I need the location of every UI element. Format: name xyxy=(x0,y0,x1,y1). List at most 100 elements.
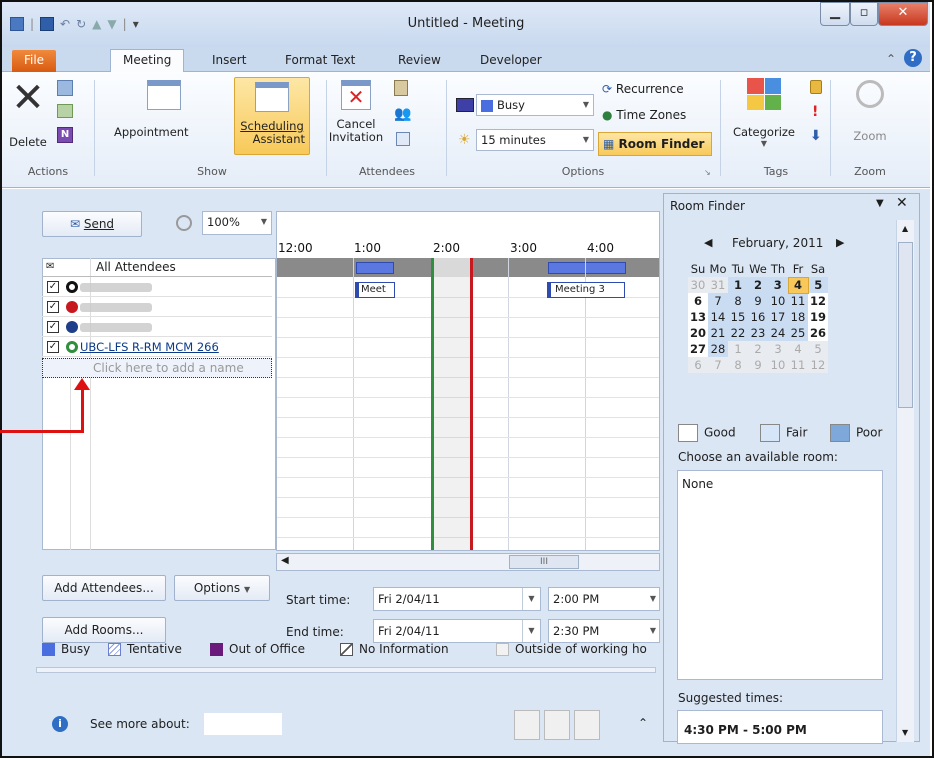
zoom-button[interactable]: Zoom xyxy=(840,78,900,156)
show-as-dropdown[interactable]: Busy ▼ xyxy=(476,94,594,116)
close-button[interactable]: ✕ xyxy=(878,2,928,26)
send-button[interactable]: ✉ Send xyxy=(42,211,142,237)
cancel-invitation-icon: ✕ xyxy=(341,80,371,110)
recurrence-button[interactable]: ⟳ Recurrence xyxy=(602,82,684,96)
private-lock-icon[interactable] xyxy=(810,80,822,94)
add-attendees-button[interactable]: Add Attendees... xyxy=(42,575,166,601)
room-list[interactable]: None xyxy=(677,470,883,680)
globe-icon: ● xyxy=(602,108,613,122)
scroll-left-icon[interactable]: ◀ xyxy=(281,555,289,566)
optional-attendee-icon xyxy=(66,321,78,333)
scrollbar-thumb[interactable]: III xyxy=(509,555,579,569)
show-as-color-icon xyxy=(456,98,474,112)
pane-close-icon[interactable]: ✕ xyxy=(896,195,908,211)
add-rooms-button[interactable]: Add Rooms... xyxy=(42,617,166,643)
respond-icon[interactable] xyxy=(57,80,73,96)
resource-room-icon xyxy=(66,341,78,353)
attendee-checkbox[interactable]: ✓ xyxy=(47,341,59,353)
busy-color-icon xyxy=(481,99,493,112)
room-finder-button[interactable]: ▦ Room Finder xyxy=(598,132,712,156)
time-zones-button[interactable]: ● Time Zones xyxy=(602,108,686,122)
tab-insert[interactable]: Insert xyxy=(212,53,246,67)
window-title: Untitled - Meeting xyxy=(407,16,525,31)
room-attendee-name[interactable]: UBC-LFS R-RM MCM 266 xyxy=(80,338,219,356)
end-time-field[interactable]: 2:30 PM ▼ xyxy=(548,619,660,643)
chevron-down-icon: ▼ xyxy=(582,135,589,144)
scheduling-icon xyxy=(255,82,289,112)
group-show-label: Show xyxy=(197,165,227,178)
address-book-icon[interactable] xyxy=(394,80,408,96)
expand-people-pane-icon[interactable]: ⌃ xyxy=(638,716,648,730)
pane-menu-icon[interactable]: ▼ xyxy=(876,198,884,209)
prev-month-icon[interactable]: ◀ xyxy=(704,236,712,249)
start-date-field[interactable]: Fri 2/04/11 ▼ xyxy=(373,587,541,611)
cancel-invitation-button[interactable]: ✕ Cancel Invitation xyxy=(328,78,384,156)
check-names-icon[interactable]: 👥 xyxy=(394,106,411,122)
time-label: 12:00 xyxy=(278,241,313,255)
add-name-input[interactable]: Click here to add a name xyxy=(42,358,272,378)
info-icon: i xyxy=(52,716,68,732)
legend-good: Good xyxy=(678,424,736,442)
attendee-row[interactable]: ✓ xyxy=(42,318,272,337)
forward-icon[interactable] xyxy=(57,104,73,118)
categorize-icon xyxy=(747,78,781,110)
end-time-label: End time: xyxy=(286,625,344,639)
tab-review[interactable]: Review xyxy=(398,53,441,67)
pane-scrollbar[interactable]: ▲ ▼ xyxy=(896,220,914,742)
annotation-arrow-vertical xyxy=(81,386,84,433)
calendar-week: 13 14 15 16 17 18 19 xyxy=(688,309,828,325)
scroll-down-icon[interactable]: ▼ xyxy=(902,728,908,737)
chevron-down-icon: ▼ xyxy=(260,217,267,226)
start-time-field[interactable]: 2:00 PM ▼ xyxy=(548,587,660,611)
recurrence-icon: ⟳ xyxy=(602,82,613,96)
room-list-item[interactable]: None xyxy=(678,471,882,497)
group-actions-label: Actions xyxy=(27,165,69,178)
timeline-scrollbar[interactable]: ◀ III xyxy=(276,553,660,571)
appointment-button[interactable]: Appointment xyxy=(114,78,214,148)
room-finder-icon: ▦ xyxy=(603,137,615,151)
tab-format-text[interactable]: Format Text xyxy=(285,53,355,67)
low-importance-icon[interactable]: ⬇ xyxy=(810,128,822,144)
attendee-row[interactable]: ✓ xyxy=(42,298,272,317)
attendee-checkbox[interactable]: ✓ xyxy=(47,321,59,333)
scrollbar-thumb[interactable] xyxy=(898,242,913,408)
attendee-checkbox[interactable]: ✓ xyxy=(47,281,59,293)
reminder-dropdown[interactable]: 15 minutes ▼ xyxy=(476,129,594,151)
tab-file[interactable]: File xyxy=(12,50,56,72)
attendee-row[interactable]: ✓ xyxy=(42,278,272,297)
annotation-arrow-horizontal xyxy=(0,430,84,433)
legend-fair: Fair xyxy=(760,424,807,442)
ribbon: ✕ Delete N Actions Appointment Schedulin… xyxy=(2,72,930,188)
attendee-checkbox[interactable]: ✓ xyxy=(47,301,59,313)
delete-button[interactable]: ✕ Delete xyxy=(8,78,48,149)
chevron-down-icon: ▼ xyxy=(649,594,657,603)
end-date-field[interactable]: Fri 2/04/11 ▼ xyxy=(373,619,541,643)
suggested-time-item[interactable]: 4:30 PM - 5:00 PM xyxy=(678,711,882,743)
room-finder-title: Room Finder xyxy=(670,199,745,213)
options-button[interactable]: Options ▼ xyxy=(174,575,270,601)
chevron-down-icon: ▼ xyxy=(649,626,657,635)
categorize-button[interactable]: Categorize ▼ xyxy=(730,76,798,156)
onenote-icon[interactable]: N xyxy=(57,127,73,143)
zoom-level-dropdown[interactable]: 100% ▼ xyxy=(202,211,272,235)
weekday-row: Su Mo Tu We Th Fr Sa xyxy=(690,261,826,276)
minimize-ribbon-icon[interactable]: ⌃ xyxy=(886,52,896,66)
tab-developer[interactable]: Developer xyxy=(480,53,542,67)
high-importance-icon[interactable]: ! xyxy=(812,104,818,120)
help-icon[interactable]: ? xyxy=(904,49,922,67)
maximize-button[interactable]: ▫ xyxy=(850,2,878,26)
suggested-times-list[interactable]: 4:30 PM - 5:00 PM xyxy=(677,710,883,744)
person-photo-icon xyxy=(574,710,600,740)
dialog-launcher-icon[interactable]: ↘ xyxy=(704,168,711,177)
envelope-icon: ✉ xyxy=(46,261,55,272)
attendee-row[interactable]: ✓ UBC-LFS R-RM MCM 266 xyxy=(42,338,272,357)
attendee-list-column-line-2 xyxy=(70,370,71,550)
scroll-up-icon[interactable]: ▲ xyxy=(902,224,908,233)
attendee-name-redacted xyxy=(80,303,152,312)
tab-meeting[interactable]: Meeting xyxy=(110,49,185,73)
person-photo-icon xyxy=(514,710,540,740)
scheduling-assistant-button[interactable]: Scheduling Assistant xyxy=(234,77,310,155)
response-options-icon[interactable] xyxy=(396,132,410,146)
next-month-icon[interactable]: ▶ xyxy=(836,236,844,249)
minimize-button[interactable]: ▁ xyxy=(820,2,850,26)
